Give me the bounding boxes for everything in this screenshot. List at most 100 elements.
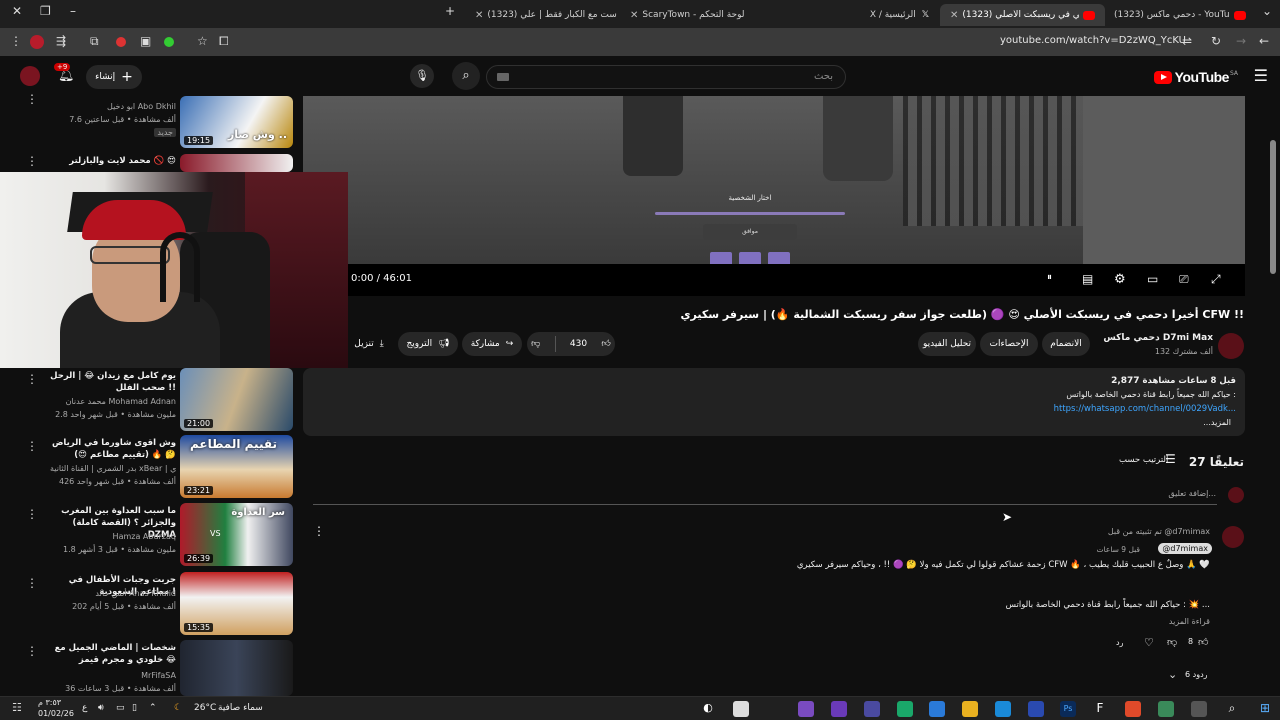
taskbar-app-icon[interactable] <box>1028 701 1044 717</box>
video-thumbnail[interactable] <box>180 640 293 696</box>
comment-more-icon[interactable]: ⋮ <box>313 524 325 538</box>
recommendation-item[interactable]: تقييم المطاعم 23:21 وش اقوى شاورما في ال… <box>0 435 296 499</box>
profile-avatar[interactable] <box>30 35 44 49</box>
recommendation-item[interactable]: وش صار .. 19:15 ابو دخيل Abo Dkhil 7.6 أ… <box>0 92 296 152</box>
chrome-icon[interactable] <box>1125 701 1141 717</box>
tab-close-icon[interactable]: ✕ <box>630 10 638 21</box>
channel-name[interactable]: MrFifaSA <box>141 671 176 680</box>
video-thumbnail[interactable] <box>180 154 293 172</box>
tab-x-home[interactable]: X / الرئيسية 𝕏 <box>785 4 935 26</box>
tab-search-chevron-icon[interactable]: ⌄ <box>1262 4 1272 18</box>
taskbar-app-icon[interactable] <box>733 701 749 717</box>
windows-start-icon[interactable]: ⊞ <box>1257 701 1273 717</box>
stats-button[interactable]: الإحصاءات <box>980 332 1038 356</box>
back-icon[interactable]: ← <box>1259 34 1269 48</box>
fullscreen-icon[interactable]: ⤢ <box>1211 272 1221 287</box>
temperature[interactable]: 26°C <box>194 703 216 713</box>
show-more-link[interactable]: ...المزيد <box>1203 418 1231 427</box>
share-page-icon[interactable]: ⧠ <box>219 34 229 49</box>
close-window-icon[interactable]: ✕ <box>12 4 22 18</box>
tab-close-icon[interactable]: ✕ <box>475 10 483 21</box>
creator-heart-icon[interactable]: ♡ <box>1144 636 1154 649</box>
chevron-down-icon[interactable]: ⌄ <box>1168 668 1177 681</box>
channel-name[interactable]: دحمي ماكس D7mi Max <box>1103 333 1213 343</box>
more-options-icon[interactable]: ⋮ <box>26 439 38 453</box>
clock-time[interactable]: ٣:٥٣ م <box>38 698 61 707</box>
cast-icon[interactable]: ⎚ <box>1179 272 1189 287</box>
keyboard-icon[interactable] <box>497 73 509 81</box>
forward-icon[interactable]: → <box>1236 34 1246 48</box>
taskbar-app-icon[interactable] <box>1158 701 1174 717</box>
youtube-logo[interactable]: YouTube SA <box>1153 69 1238 85</box>
video-title[interactable]: محمد لايت والبازلتر 🚫 😍 <box>50 155 176 167</box>
channel-name[interactable]: بدر الشمري | القناة الثانية xBear | ابو … <box>50 464 176 473</box>
language-indicator[interactable]: ع <box>82 703 87 713</box>
extension-icon[interactable] <box>116 37 126 47</box>
maximize-window-icon[interactable]: ❐ <box>40 4 51 18</box>
site-settings-icon[interactable]: ⇌ <box>1182 34 1192 48</box>
comment-author-avatar[interactable] <box>1222 526 1244 548</box>
weather-text[interactable]: سماء صافية <box>218 703 263 713</box>
channel-avatar[interactable] <box>1218 333 1244 359</box>
sort-icon[interactable]: ☰ <box>1165 452 1176 466</box>
add-comment-input[interactable]: إضافة تعليق... <box>1168 489 1216 498</box>
miniplayer-icon[interactable]: ▭ <box>1147 272 1158 286</box>
more-options-icon[interactable]: ⋮ <box>26 92 38 106</box>
tab-scarytown[interactable]: ✕ ScaryTown - لوحة التحكم <box>620 4 780 26</box>
comment-author[interactable]: @d7mimax <box>1158 543 1212 554</box>
recommendation-item[interactable]: سر العداوة VS 26:39 ما سبب العداوة بين ا… <box>0 503 296 567</box>
video-thumbnail[interactable]: سر العداوة VS 26:39 <box>180 503 293 566</box>
channel-name[interactable]: أنس خالد Anas Khalid <box>95 589 176 598</box>
taskbar-app-icon[interactable] <box>1191 701 1207 717</box>
video-player[interactable]: اختار الشخصية موافق 0:00 / 46:01 ⏸ ▤ ⚙ ▭… <box>303 96 1245 296</box>
reload-icon[interactable]: ↻ <box>1211 34 1221 48</box>
taskbar-app-icon[interactable] <box>929 701 945 717</box>
search-icon[interactable]: ⌕ <box>452 62 480 90</box>
subtitles-icon[interactable]: ▤ <box>1082 272 1093 286</box>
share-button[interactable]: مشاركة ↪ <box>462 332 522 356</box>
taskbar-app-icon[interactable] <box>864 701 880 717</box>
read-more-link[interactable]: قراءة المزيد <box>1169 617 1210 626</box>
sort-by-button[interactable]: الترتيب حسب <box>1119 455 1168 465</box>
taskbar-app-icon[interactable]: ◐ <box>700 701 716 717</box>
menu-dots-icon[interactable]: ⋮ <box>10 34 22 48</box>
taskbar-app-icon[interactable] <box>831 701 847 717</box>
tab-podcast[interactable]: ✕ (1323) بودكاست مع الكبار فقط | علي <box>465 4 617 26</box>
overlay-confirm-button[interactable]: موافق <box>703 224 797 240</box>
notifications-icon[interactable]: ☷ <box>12 701 22 714</box>
channel-name[interactable]: ابو دخيل Abo Dkhil <box>107 102 176 111</box>
video-thumbnail[interactable]: تقييم المطاعم 23:21 <box>180 435 293 498</box>
tray-chevron-up-icon[interactable]: ⌃ <box>149 703 157 713</box>
search-icon[interactable]: ⌕ <box>1224 701 1240 717</box>
more-options-icon[interactable]: ⋮ <box>26 507 38 521</box>
replies-toggle[interactable]: 6 ردود <box>1185 670 1208 679</box>
recommendation-item[interactable]: 21:00 يوم كامل مع زيدان 😂 | الرحل صحب ال… <box>0 368 296 432</box>
more-options-icon[interactable]: ⋮ <box>26 644 38 658</box>
hamburger-menu-icon[interactable]: ☰ <box>1254 66 1268 85</box>
extension-icon[interactable] <box>164 37 174 47</box>
reply-button[interactable]: رد <box>1116 638 1123 647</box>
tab-close-icon[interactable]: ✕ <box>950 10 958 21</box>
channel-name[interactable]: Hamza Abdrzaq <box>113 532 176 541</box>
video-thumbnail[interactable]: وش صار .. 19:15 <box>180 96 293 148</box>
video-thumbnail[interactable]: 21:00 <box>180 368 293 431</box>
video-title[interactable]: وش اقوى شاورما في الرياض 🤔 🔥 (تقييم مطاع… <box>50 437 176 461</box>
extension-icon[interactable]: ⇶ <box>56 34 66 48</box>
edge-icon[interactable] <box>995 701 1011 717</box>
file-explorer-icon[interactable] <box>962 701 978 717</box>
description-box[interactable]: قبل 8 ساعات مشاهدة 2,877 حياكم الله جميع… <box>303 368 1245 436</box>
more-options-icon[interactable]: ⋮ <box>26 372 38 386</box>
account-avatar[interactable] <box>20 66 40 86</box>
tab-channel[interactable]: (1323) دحمي ماكس - YouTube Max <box>1108 4 1256 26</box>
minimize-window-icon[interactable]: – <box>70 4 76 18</box>
clock-date[interactable]: 01/02/26 <box>38 709 74 718</box>
like-icon[interactable]: 👍︎ <box>601 339 610 349</box>
comment-dislike-icon[interactable]: 👎︎ <box>1167 636 1177 648</box>
recommendation-item[interactable]: 15:35 جربت وجبات الأطفال في مطاعم السعود… <box>0 572 296 636</box>
settings-gear-icon[interactable]: ⚙ <box>1114 272 1126 287</box>
analytics-button[interactable]: تحليل الفيديو <box>918 332 976 356</box>
video-title[interactable]: شخصات | الماضي الجميل مع خلودي و مجرم قي… <box>50 642 176 666</box>
more-options-icon[interactable]: ⋮ <box>26 576 38 590</box>
taskbar-app-icon[interactable] <box>897 701 913 717</box>
whatsapp-link[interactable]: https://whatsapp.com/channel/0029Vadk... <box>1054 404 1236 414</box>
